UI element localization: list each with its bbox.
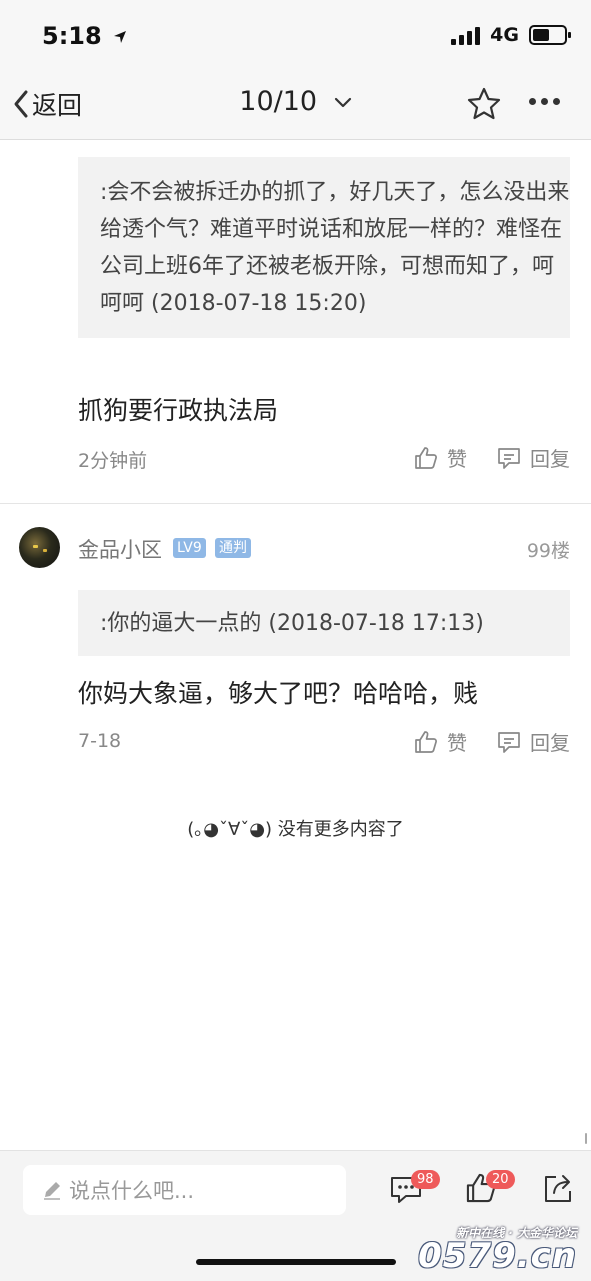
comments-button[interactable]: 98 (389, 1170, 440, 1209)
comment-icon (498, 447, 520, 469)
chevron-down-icon (334, 97, 351, 107)
network-type: 4G (490, 24, 519, 46)
reply-button[interactable]: 回复 (496, 727, 570, 756)
level-badge: LV9 (173, 538, 206, 558)
scrollbar[interactable] (585, 1133, 587, 1144)
nav-bar: 返回 10/10 (0, 72, 591, 140)
quoted-reply: :会不会被拆迁办的抓了，好几天了，怎么没出来给透个气？难道平时说话和放屁一样的？… (78, 157, 570, 338)
like-label: 赞 (447, 731, 467, 755)
more-icon[interactable] (529, 98, 560, 105)
thumbs-up-icon (415, 730, 437, 753)
role-badge: 通判 (215, 538, 251, 558)
reply-label: 回复 (530, 447, 570, 471)
quoted-reply: :你的逼大一点的 (2018-07-18 17:13) (78, 590, 570, 656)
comment-text: 抓狗要行政执法局 (78, 396, 279, 425)
comment-text: 你妈大象逼，够大了吧？哈哈哈，贱 (78, 679, 479, 708)
like-count-badge: 20 (486, 1170, 515, 1189)
comment-icon (498, 731, 520, 753)
comment-input[interactable]: 说点什么吧... (23, 1165, 346, 1215)
status-time: 5:18 (42, 22, 128, 50)
comment-count-badge: 98 (411, 1170, 440, 1189)
watermark-logo: 新中在线 · 大金华论坛 0579.cn (418, 1224, 577, 1276)
home-indicator[interactable] (196, 1259, 396, 1265)
avatar[interactable] (19, 527, 60, 568)
star-icon[interactable] (466, 86, 502, 122)
quoted-reply-text: :你的逼大一点的 (2018-07-18 17:13) (100, 611, 484, 636)
divider (0, 503, 591, 504)
thumbs-up-icon (415, 446, 437, 469)
reply-label: 回复 (530, 731, 570, 755)
bottom-like-button[interactable]: 20 (464, 1170, 515, 1209)
floor-number: 99楼 (526, 540, 570, 562)
battery-icon (529, 25, 571, 45)
like-button[interactable]: 赞 (413, 443, 467, 472)
comment-time: 2分钟前 (78, 450, 148, 472)
status-bar: 5:18 4G (0, 0, 591, 72)
comment-input-placeholder: 说点什么吧... (69, 1179, 195, 1203)
comment-time: 7-18 (78, 730, 122, 752)
status-time-text: 5:18 (42, 22, 102, 50)
reply-button[interactable]: 回复 (496, 443, 570, 472)
page-selector[interactable]: 10/10 (0, 86, 591, 117)
username[interactable]: 金品小区 (78, 534, 162, 564)
end-of-list-message: (｡◕ˇ∀ˇ◕) 没有更多内容了 (187, 819, 404, 840)
like-label: 赞 (447, 447, 467, 471)
location-arrow-icon (114, 31, 127, 43)
status-indicators: 4G (451, 24, 571, 46)
signal-icon (451, 25, 481, 45)
watermark-domain: 0579.cn (418, 1236, 577, 1276)
like-button[interactable]: 赞 (413, 727, 467, 756)
pencil-icon (44, 1182, 60, 1200)
page-indicator: 10/10 (239, 86, 318, 117)
share-icon[interactable] (542, 1171, 574, 1205)
quoted-reply-text: :会不会被拆迁办的抓了，好几天了，怎么没出来给透个气？难道平时说话和放屁一样的？… (100, 180, 570, 316)
